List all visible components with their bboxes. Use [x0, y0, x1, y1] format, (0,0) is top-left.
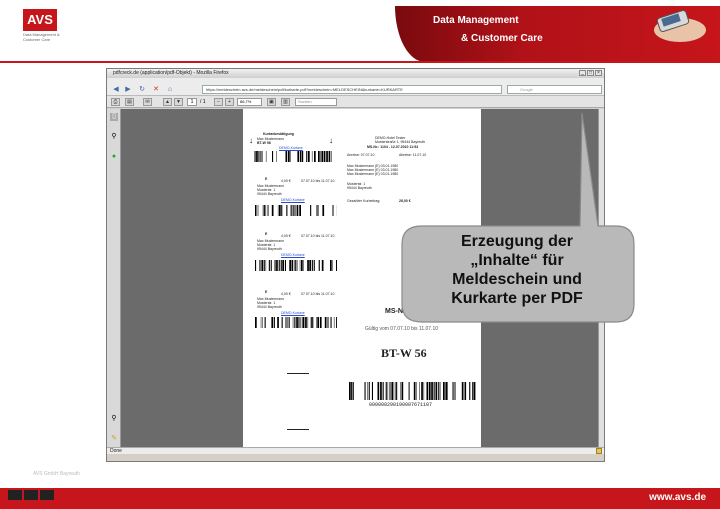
callout-text: Erzeugung der „Inhalte“ für Meldeschein …: [400, 232, 634, 308]
callout-line: Kurkarte per PDF: [451, 290, 583, 307]
callout-line: „Inhalte“ für: [470, 252, 564, 269]
footer-band: [0, 488, 720, 509]
callout-line: Meldeschein und: [452, 271, 582, 288]
footer-blocks: [8, 490, 54, 500]
footnote: AVS GmbH Bayreuth: [33, 471, 80, 477]
callout-line: Erzeugung der: [460, 233, 573, 250]
slide: AVS Data Management & Customer Care Data…: [0, 0, 720, 509]
footer-url[interactable]: www.avs.de: [649, 492, 706, 503]
